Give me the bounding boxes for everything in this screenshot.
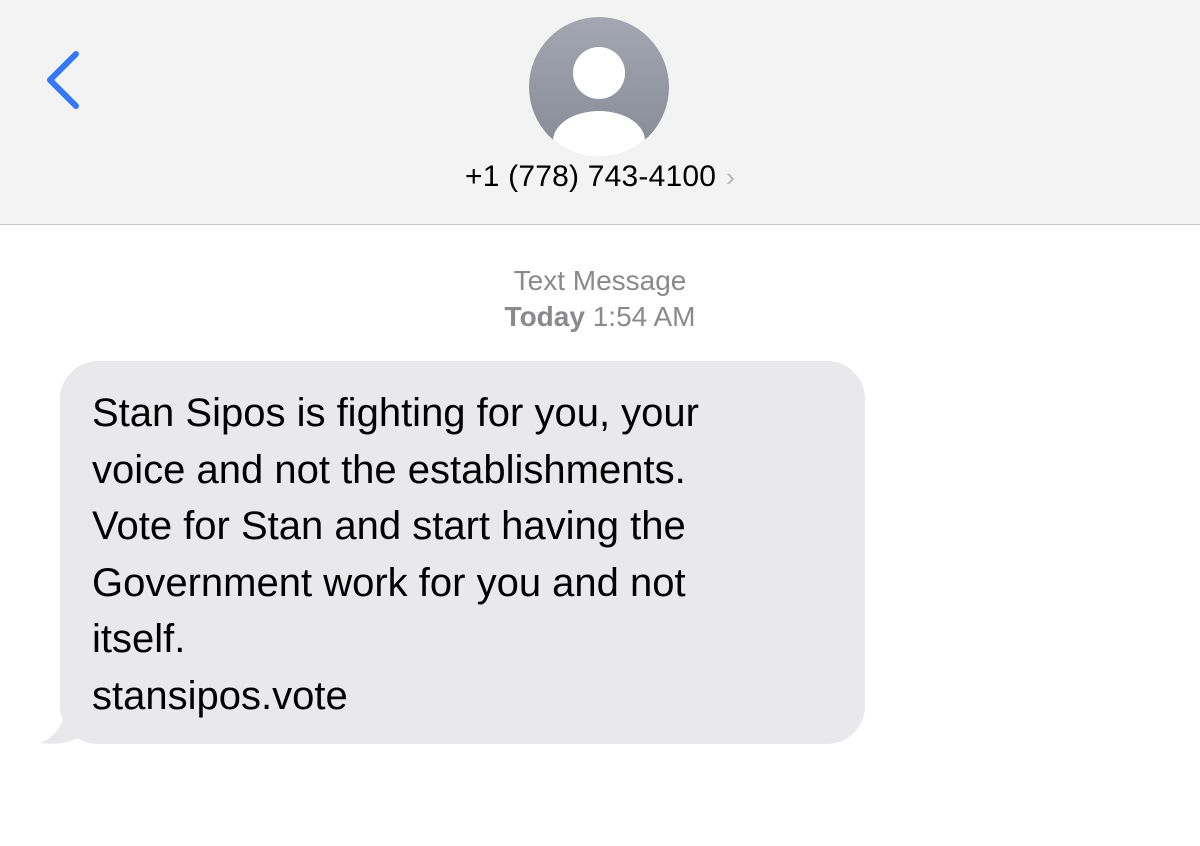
service-label: Text Message xyxy=(513,265,687,296)
message-line: Stan Sipos is fighting for you, your xyxy=(92,391,699,435)
message-line: voice and not the establishments. xyxy=(92,447,686,492)
contact-phone-number: +1 (778) 743-4100 xyxy=(465,160,717,193)
chevron-left-icon xyxy=(47,51,79,109)
contact-name-button[interactable]: +1 (778) 743-4100 › xyxy=(0,160,1200,194)
message-date-time: Today 1:54 AM xyxy=(0,299,1200,335)
chevron-right-icon: › xyxy=(726,162,735,192)
conversation-header: +1 (778) 743-4100 › xyxy=(0,0,1200,225)
message-bubble[interactable]: Stan Sipos is fighting for you, your voi… xyxy=(60,361,865,744)
message-line: itself. xyxy=(92,617,186,661)
person-silhouette-icon xyxy=(553,47,645,157)
back-button[interactable] xyxy=(38,48,94,112)
message-line: Government work for you and not xyxy=(92,560,686,605)
message-day: Today xyxy=(504,301,585,332)
message-time: 1:54 AM xyxy=(592,301,696,332)
message-link[interactable]: stansipos.vote xyxy=(92,668,835,725)
message-line: Vote for Stan and start having the xyxy=(92,504,686,548)
message-timestamp-header: Text Message Today 1:54 AM xyxy=(0,263,1200,335)
contact-avatar[interactable] xyxy=(529,17,669,157)
